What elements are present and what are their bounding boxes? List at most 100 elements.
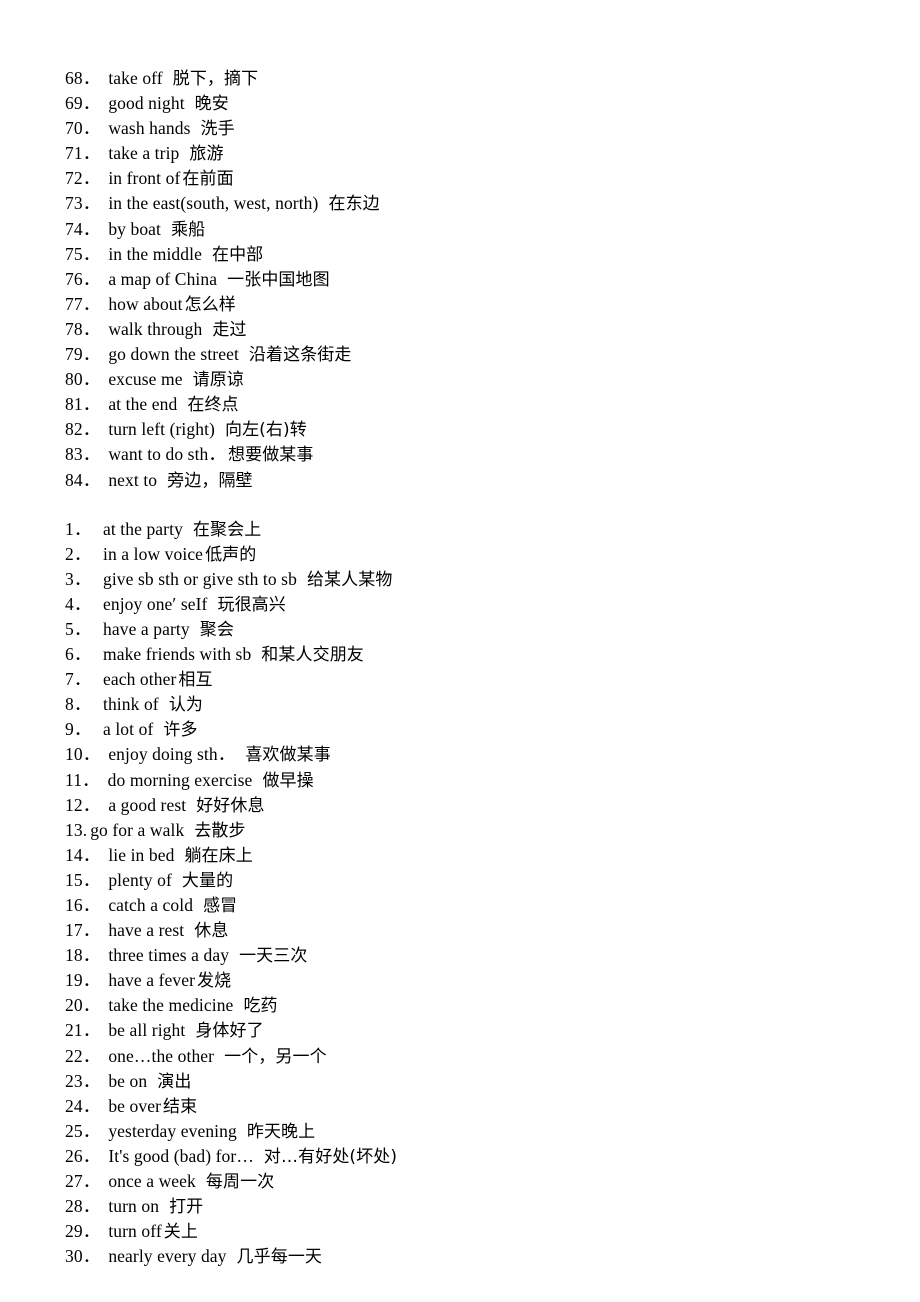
item-chinese-text: 旁边，隔壁 [167, 470, 253, 491]
item-number: 7． [65, 669, 92, 690]
item-chinese-text: 在东边 [328, 194, 380, 215]
item-number: 72． [65, 168, 101, 189]
item-english-text: in front of [108, 168, 181, 189]
item-chinese-text: 打开 [169, 1197, 204, 1218]
item-number: 22． [65, 1045, 101, 1066]
item-english-text: make friends with sb [103, 644, 252, 665]
item-english-text: think of [103, 694, 159, 715]
item-number: 82． [65, 419, 101, 440]
item-chinese-text: 结束 [163, 1096, 198, 1117]
item-english-text: enjoy one′ seIf [103, 593, 208, 614]
phrase-list-item: 8． think of 认为 [65, 692, 860, 717]
item-number: 24． [65, 1095, 101, 1116]
item-chinese-text: 玩很高兴 [217, 594, 286, 615]
item-chinese-text: 一张中国地图 [227, 269, 330, 290]
item-english-text: yesterday evening [108, 1120, 237, 1141]
item-english-text: be all right [108, 1020, 186, 1041]
phrase-list-item: 14． lie in bed 躺在床上 [65, 843, 860, 868]
item-english-text: take the medicine [108, 995, 234, 1016]
phrase-list-item: 78． walk through 走过 [65, 317, 860, 342]
item-number: 69． [65, 93, 101, 114]
item-chinese-text: 身体好了 [195, 1021, 264, 1042]
item-english-text: have a fever [108, 970, 196, 991]
phrase-list-item: 2． in a low voice 低声的 [65, 542, 860, 567]
phrase-list-item: 26． It's good (bad) for… 对…有好处(坏处) [65, 1144, 860, 1169]
phrase-list-item: 12． a good rest 好好休息 [65, 793, 860, 818]
phrase-list-item: 19． have a fever 发烧 [65, 968, 860, 993]
phrase-list-item: 74． by boat 乘船 [65, 217, 860, 242]
phrase-list-continued: 68． take off 脱下，摘下 69． good night 晚安 70． wash h… [65, 66, 860, 493]
item-chinese-text: 给某人某物 [306, 569, 393, 590]
item-number: 5． [65, 618, 92, 639]
item-english-text: catch a cold [108, 895, 194, 915]
item-english-text: turn left (right) [108, 419, 215, 440]
item-number: 78． [65, 318, 101, 339]
phrase-lists-container: 68． take off 脱下，摘下 69． good night 晚安 70． wash h… [65, 66, 860, 1269]
phrase-list-item: 82． turn left (right) 向左(右)转 [65, 417, 860, 442]
phrase-list-item: 70． wash hands 洗手 [65, 116, 860, 141]
item-number: 2． [65, 543, 92, 564]
item-chinese-text: 好好休息 [196, 795, 265, 816]
item-english-text: take off [108, 68, 163, 88]
item-english-text: a lot of [103, 719, 154, 740]
phrase-list-item: 20． take the medicine 吃药 [65, 993, 860, 1018]
item-english-text: once a week [108, 1171, 196, 1192]
phrase-list-item: 11． do morning exercise 做早操 [65, 768, 860, 793]
item-number: 74． [65, 218, 101, 239]
item-number: 21． [65, 1020, 101, 1041]
phrase-list-item: 4． enjoy one′ seIf 玩很高兴 [65, 592, 860, 617]
item-number: 25． [65, 1120, 101, 1141]
item-english-text: enjoy doing sth． [108, 744, 236, 765]
phrase-list-item: 17． have a rest 休息 [65, 918, 860, 943]
phrase-list-item: 5． have a party 聚会 [65, 617, 860, 642]
item-english-text: have a rest [108, 920, 185, 941]
item-chinese-text: 几乎每一天 [236, 1247, 323, 1268]
item-chinese-text: 大量的 [181, 870, 234, 891]
item-chinese-text: 一个，另一个 [224, 1046, 327, 1067]
item-english-text: have a party [103, 618, 190, 639]
item-number: 79． [65, 344, 101, 365]
item-english-text: turn off [108, 1221, 162, 1242]
item-chinese-text: 怎么样 [184, 294, 236, 315]
item-number: 70． [65, 118, 101, 139]
item-english-text: take a trip [108, 143, 180, 164]
phrase-list-item: 77． how about 怎么样 [65, 292, 860, 317]
item-english-text: in a low voice [103, 543, 204, 564]
item-english-text: each other [103, 669, 177, 690]
phrase-list-item: 84． next to 旁边，隔壁 [65, 468, 860, 493]
phrase-list-item: 3． give sb sth or give sth to sb 给某人某物 [65, 567, 860, 592]
item-number: 10． [65, 744, 101, 765]
item-chinese-text: 每周一次 [205, 1172, 275, 1193]
item-chinese-text: 低声的 [205, 544, 257, 565]
item-english-text: It's good (bad) for… [108, 1145, 254, 1166]
item-english-text: next to [108, 469, 158, 490]
phrase-list-item: 21． be all right 身体好了 [65, 1018, 860, 1043]
item-chinese-text: 一天三次 [239, 946, 308, 967]
item-english-text: go for a walk [90, 819, 185, 840]
item-number: 17． [65, 920, 101, 941]
item-chinese-text: 和某人交朋友 [261, 645, 364, 666]
phrase-list-item: 69． good night 晚安 [65, 91, 860, 116]
item-chinese-text: 旅游 [189, 144, 224, 165]
item-chinese-text: 向左(右)转 [224, 420, 307, 441]
item-chinese-text: 去散步 [194, 820, 246, 841]
item-chinese-text: 昨天晚上 [246, 1121, 316, 1142]
item-chinese-text: 吃药 [243, 996, 278, 1017]
item-number: 16． [65, 895, 101, 915]
item-number: 18． [65, 945, 101, 966]
item-number: 11． [65, 769, 100, 790]
phrase-list-unit: 1． at the party 在聚会上 2． in a low voice 低声的 3． g… [65, 517, 860, 1270]
item-chinese-text: 在前面 [182, 169, 234, 190]
item-english-text: excuse me [108, 369, 183, 390]
phrase-list-item: 9． a lot of 许多 [65, 717, 860, 742]
item-chinese-text: 感冒 [203, 896, 238, 916]
item-chinese-text: 休息 [194, 921, 229, 942]
phrase-list-item: 23． be on 演出 [65, 1069, 860, 1094]
item-english-text: lie in bed [108, 844, 175, 865]
item-chinese-text: 在终点 [187, 395, 239, 416]
phrase-list-item: 30． nearly every day 几乎每一天 [65, 1244, 860, 1269]
item-number: 14． [65, 844, 101, 865]
phrase-list-item: 6． make friends with sb 和某人交朋友 [65, 642, 860, 667]
item-number: 8． [65, 694, 92, 715]
item-number: 84． [65, 469, 101, 490]
